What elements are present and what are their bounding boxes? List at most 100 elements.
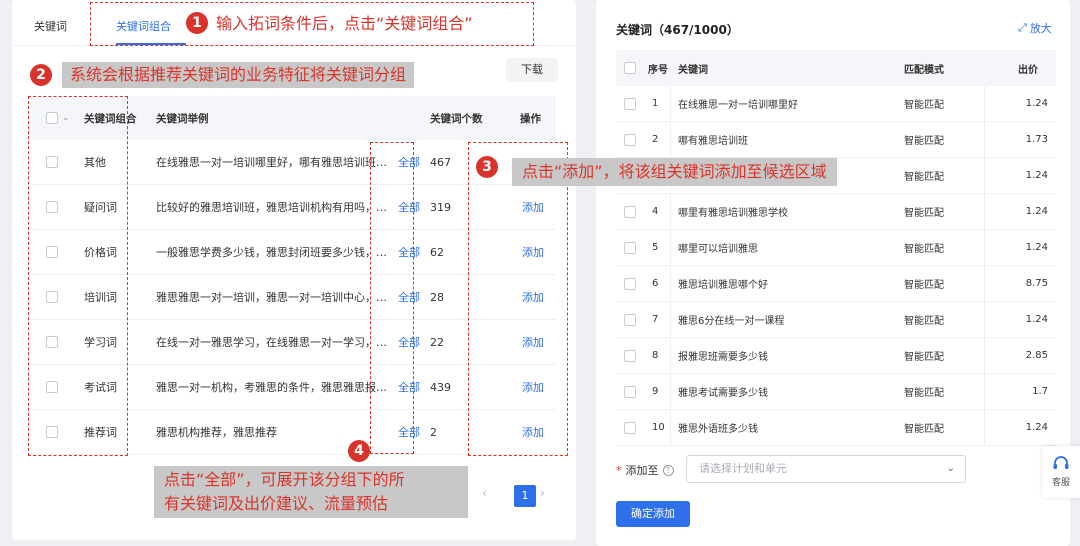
row-index: 1 bbox=[652, 98, 659, 109]
table-row: 9 雅思考试需要多少钱 智能匹配 1.7 bbox=[616, 374, 1056, 410]
add-to-label: * 添加至 ? bbox=[616, 462, 674, 478]
row-checkbox[interactable] bbox=[624, 86, 636, 121]
keyword-text: 哪里有雅思培训雅思学校 bbox=[678, 208, 788, 219]
match-mode: 智能匹配 bbox=[904, 388, 944, 399]
tab-keywords[interactable]: 关键词 bbox=[34, 18, 67, 34]
expand-button[interactable]: ⤢ 放大 bbox=[1018, 20, 1052, 36]
keyword-example: 在线一对一雅思学习，在线雅思一对一学习，雅思雅... bbox=[156, 335, 388, 349]
row-checkbox[interactable] bbox=[624, 410, 636, 445]
keyword-count: 2 bbox=[430, 425, 437, 439]
keyword-example: 雅思雅思一对一培训，雅思一对一培训中心，十佳雅... bbox=[156, 290, 388, 304]
table-row: 8 报雅思班需要多少钱 智能匹配 2.85 bbox=[616, 338, 1056, 374]
bid-value: 1.24 bbox=[1025, 242, 1048, 253]
header-example: 关键词举例 bbox=[156, 112, 209, 125]
row-checkbox[interactable] bbox=[624, 266, 636, 301]
pagination-prev[interactable]: ‹ bbox=[482, 486, 487, 500]
annotation-text-1: 输入拓词条件后，点击“关键词组合” bbox=[216, 14, 473, 33]
header-action: 操作 bbox=[520, 112, 541, 125]
header-count: 关键词个数 bbox=[430, 112, 483, 125]
annotation-box-groups bbox=[28, 96, 128, 456]
annotation-text-3: 点击“添加”，将该组关键词添加至候选区域 bbox=[512, 158, 837, 186]
bid-value: 1.24 bbox=[1025, 422, 1048, 433]
keyword-text: 哪里可以培训雅思 bbox=[678, 244, 758, 255]
add-to-text: 添加至 bbox=[625, 464, 659, 477]
download-button[interactable]: 下载 bbox=[506, 58, 558, 82]
annotation-text-4: 点击“全部”，可展开该分组下的所 有关键词及出价建议、流量预估 bbox=[154, 466, 468, 518]
row-checkbox[interactable] bbox=[624, 302, 636, 337]
keyword-count: 319 bbox=[430, 200, 451, 214]
bid-value: 1.7 bbox=[1032, 386, 1048, 397]
chevron-down-icon: ⌄ bbox=[946, 463, 955, 474]
header-bid: 出价 bbox=[1018, 64, 1038, 76]
keyword-example: 一般雅思学费多少钱，雅思封闭班要多少钱，考雅思... bbox=[156, 245, 388, 259]
header-index: 序号 bbox=[648, 64, 668, 76]
keyword-count: 28 bbox=[430, 290, 444, 304]
match-mode: 智能匹配 bbox=[904, 100, 944, 111]
plan-unit-select[interactable]: 请选择计划和单元 ⌄ bbox=[686, 455, 966, 483]
confirm-add-button[interactable]: 确定添加 bbox=[616, 501, 690, 527]
table-row: 7 雅思6分在线一对一课程 智能匹配 1.24 bbox=[616, 302, 1056, 338]
plan-unit-placeholder: 请选择计划和单元 bbox=[699, 462, 787, 475]
table-row: 6 雅思培训雅思哪个好 智能匹配 8.75 bbox=[616, 266, 1056, 302]
candidate-table-header: 序号 关键词 匹配模式 出价 bbox=[616, 50, 1056, 86]
pagination-page-1[interactable]: 1 bbox=[514, 485, 536, 507]
row-index: 10 bbox=[652, 422, 665, 433]
annotation-text-4-line2: 有关键词及出价建议、流量预估 bbox=[164, 494, 389, 513]
row-index: 2 bbox=[652, 134, 659, 145]
table-row: 5 哪里可以培训雅思 智能匹配 1.24 bbox=[616, 230, 1056, 266]
expand-label: 放大 bbox=[1029, 22, 1052, 35]
row-checkbox[interactable] bbox=[624, 338, 636, 373]
pagination-next[interactable]: › bbox=[540, 486, 545, 500]
row-index: 5 bbox=[652, 242, 659, 253]
match-mode: 智能匹配 bbox=[904, 172, 944, 183]
match-mode: 智能匹配 bbox=[904, 316, 944, 327]
keyword-count: 467 bbox=[430, 155, 451, 169]
keyword-count: 62 bbox=[430, 245, 444, 259]
bid-value: 1.24 bbox=[1025, 170, 1048, 181]
customer-service-button[interactable]: 客服 bbox=[1042, 446, 1080, 498]
keyword-text: 在线雅思一对一培训哪里好 bbox=[678, 100, 798, 111]
annotation-text-4-line1: 点击“全部”，可展开该分组下的所 bbox=[164, 470, 405, 489]
annotation-number-1: 1 bbox=[186, 12, 208, 34]
keyword-text: 雅思外语班多少钱 bbox=[678, 424, 758, 435]
annotation-box-add bbox=[468, 142, 568, 456]
keyword-text: 雅思考试需要多少钱 bbox=[678, 388, 768, 399]
row-checkbox[interactable] bbox=[624, 374, 636, 409]
keyword-example: 比较好的雅思培训班，雅思培训机构有用吗，报考雅... bbox=[156, 200, 388, 214]
bid-value: 1.24 bbox=[1025, 98, 1048, 109]
match-mode: 智能匹配 bbox=[904, 244, 944, 255]
row-checkbox[interactable] bbox=[624, 230, 636, 265]
help-icon[interactable]: ? bbox=[662, 464, 674, 476]
expand-icon: ⤢ bbox=[1018, 21, 1027, 34]
match-mode: 智能匹配 bbox=[904, 280, 944, 291]
keyword-text: 哪有雅思培训班 bbox=[678, 136, 748, 147]
candidate-select-all[interactable] bbox=[624, 50, 636, 86]
annotation-text-2: 系统会根据推荐关键词的业务特征将关键词分组 bbox=[62, 62, 415, 88]
keyword-count: 439 bbox=[430, 380, 451, 394]
match-mode: 智能匹配 bbox=[904, 424, 944, 435]
keyword-example: 雅思一对一机构，考雅思的条件，雅思雅思报考，雅... bbox=[156, 380, 388, 394]
annotation-box-all bbox=[370, 142, 414, 454]
row-index: 8 bbox=[652, 350, 659, 361]
row-index: 6 bbox=[652, 278, 659, 289]
required-mark: * bbox=[616, 463, 622, 477]
keyword-text: 雅思6分在线一对一课程 bbox=[678, 316, 785, 327]
keyword-count: 22 bbox=[430, 335, 444, 349]
row-checkbox[interactable] bbox=[624, 122, 636, 157]
annotation-number-4: 4 bbox=[348, 440, 370, 462]
bid-value: 2.85 bbox=[1025, 350, 1048, 361]
header-match: 匹配模式 bbox=[904, 64, 944, 76]
row-checkbox[interactable] bbox=[624, 194, 636, 229]
bid-value: 8.75 bbox=[1025, 278, 1048, 289]
table-row: 1 在线雅思一对一培训哪里好 智能匹配 1.24 bbox=[616, 86, 1056, 122]
keyword-text: 报雅思班需要多少钱 bbox=[678, 352, 768, 363]
header-keyword: 关键词 bbox=[678, 64, 708, 76]
candidate-title: 关键词（467/1000） bbox=[616, 23, 739, 37]
keyword-example: 在线雅思一对一培训哪里好，哪有雅思培训班，雅思... bbox=[156, 155, 388, 169]
bid-value: 1.24 bbox=[1025, 206, 1048, 217]
table-row: 10 雅思外语班多少钱 智能匹配 1.24 bbox=[616, 410, 1056, 446]
table-row: 2 哪有雅思培训班 智能匹配 1.73 bbox=[616, 122, 1056, 158]
headset-icon bbox=[1053, 456, 1069, 469]
match-mode: 智能匹配 bbox=[904, 352, 944, 363]
annotation-number-2: 2 bbox=[30, 64, 52, 86]
